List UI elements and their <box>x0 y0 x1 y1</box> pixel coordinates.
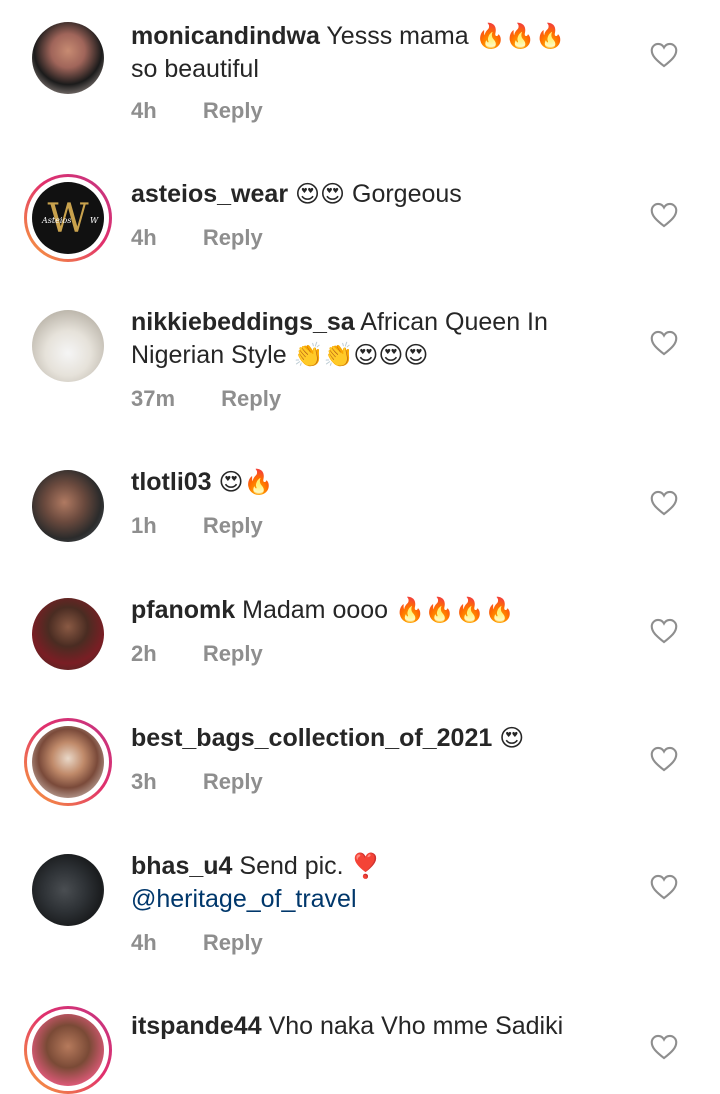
comment-time: 4h <box>131 225 157 250</box>
comment-username[interactable]: asteios_wear <box>131 180 288 208</box>
reply-button[interactable]: Reply <box>203 98 263 123</box>
comment-emojis: 🔥🔥🔥🔥 <box>395 596 515 624</box>
reply-button[interactable]: Reply <box>203 769 263 794</box>
comment-time: 37m <box>131 386 176 411</box>
comment-meta: 4h Reply <box>131 98 263 124</box>
comment-text: itspande44 Vho naka Vho mme Sadiki <box>131 1010 631 1043</box>
reply-button[interactable]: Reply <box>221 386 281 411</box>
comment-time: 4h <box>131 930 157 955</box>
comment-meta: 1h Reply <box>131 513 263 539</box>
avatar[interactable] <box>32 598 104 670</box>
comment-text: nikkiebeddings_sa African Queen In Niger… <box>131 306 631 372</box>
avatar[interactable]: W Asteios W <box>32 182 104 254</box>
comment-username[interactable]: tlotli03 <box>131 468 212 496</box>
mention-link[interactable]: @heritage_of_travel <box>131 885 357 913</box>
comment-body: Gorgeous <box>352 180 462 208</box>
reply-button[interactable]: Reply <box>203 513 263 538</box>
comment-body: Yesss mama <box>326 22 469 50</box>
comment-body-line2: so beautiful <box>131 55 259 83</box>
avatar[interactable] <box>32 470 104 542</box>
comment-emojis: 😍😍 <box>295 180 346 208</box>
heart-outline-icon[interactable] <box>650 1034 678 1060</box>
asteios-logo: W Asteios W <box>41 196 99 242</box>
comment-meta: 2h Reply <box>131 641 263 667</box>
comment-meta: 3h Reply <box>131 769 263 795</box>
comment-username[interactable]: itspande44 <box>131 1012 262 1040</box>
heart-outline-icon[interactable] <box>650 490 678 516</box>
avatar[interactable] <box>32 310 104 382</box>
comment-time: 3h <box>131 769 157 794</box>
avatar[interactable] <box>32 22 104 94</box>
comment-text: best_bags_collection_of_2021 😍 <box>131 722 631 755</box>
comment-text: asteios_wear 😍😍 Gorgeous <box>131 178 631 211</box>
comment-username[interactable]: monicandindwa <box>131 22 320 50</box>
avatar[interactable] <box>32 1014 104 1086</box>
comment-emojis: 🔥🔥🔥 <box>475 22 566 50</box>
comment-text: tlotli03 😍🔥 <box>131 466 631 499</box>
svg-text:W: W <box>90 216 99 225</box>
comment-meta: 37m Reply <box>131 386 281 412</box>
comment-body: Vho naka Vho mme Sadiki <box>268 1012 564 1040</box>
comment-text: monicandindwa Yesss mama 🔥🔥🔥 so beautifu… <box>131 20 631 86</box>
comment-text: bhas_u4 Send pic. ❣️ @heritage_of_travel <box>131 850 631 916</box>
reply-button[interactable]: Reply <box>203 930 263 955</box>
comment-emojis: 😍🔥 <box>218 468 274 496</box>
comment-body: Send pic. <box>239 852 344 880</box>
comment-emojis: ❣️ <box>350 852 381 880</box>
comment-username[interactable]: pfanomk <box>131 596 235 624</box>
comment-username[interactable]: best_bags_collection_of_2021 <box>131 724 492 752</box>
avatar[interactable] <box>32 854 104 926</box>
svg-text:Asteios: Asteios <box>41 216 71 225</box>
heart-outline-icon[interactable] <box>650 202 678 228</box>
comment-username[interactable]: bhas_u4 <box>131 852 232 880</box>
comment-emojis: 😍 <box>499 724 525 752</box>
comment-meta: 4h Reply <box>131 930 263 956</box>
comment-emojis: 👏👏😍😍😍 <box>293 341 429 369</box>
reply-button[interactable]: Reply <box>203 225 263 250</box>
comment-username[interactable]: nikkiebeddings_sa <box>131 308 355 336</box>
heart-outline-icon[interactable] <box>650 42 678 68</box>
comment-meta: 4h Reply <box>131 225 263 251</box>
comment-time: 4h <box>131 98 157 123</box>
heart-outline-icon[interactable] <box>650 618 678 644</box>
avatar[interactable] <box>32 726 104 798</box>
heart-outline-icon[interactable] <box>650 874 678 900</box>
comment-time: 1h <box>131 513 157 538</box>
comment-body: Madam oooo <box>242 596 389 624</box>
reply-button[interactable]: Reply <box>203 641 263 666</box>
comment-text: pfanomk Madam oooo 🔥🔥🔥🔥 <box>131 594 631 627</box>
comment-time: 2h <box>131 641 157 666</box>
heart-outline-icon[interactable] <box>650 746 678 772</box>
heart-outline-icon[interactable] <box>650 330 678 356</box>
